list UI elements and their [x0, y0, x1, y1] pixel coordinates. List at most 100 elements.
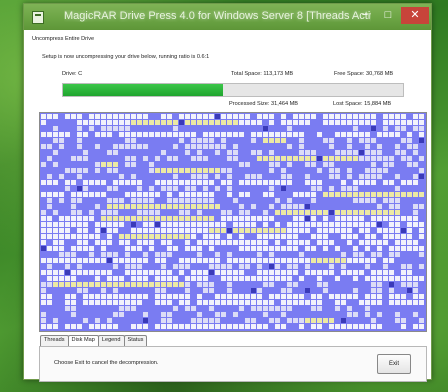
disk-block: [383, 264, 388, 269]
disk-block: [197, 258, 202, 263]
disk-block: [149, 210, 154, 215]
disk-block: [293, 120, 298, 125]
disk-block: [161, 204, 166, 209]
disk-block: [401, 216, 406, 221]
disk-block: [209, 258, 214, 263]
disk-block: [83, 120, 88, 125]
disk-block: [131, 246, 136, 251]
close-icon[interactable]: ✕: [401, 7, 429, 24]
disk-block: [245, 114, 250, 119]
disk-block: [323, 318, 328, 323]
disk-block: [191, 168, 196, 173]
disk-block: [203, 180, 208, 185]
disk-block: [335, 120, 340, 125]
disk-block: [419, 204, 424, 209]
disk-block: [239, 324, 244, 329]
disk-block: [335, 168, 340, 173]
tab-threads[interactable]: Threads: [40, 335, 69, 346]
disk-block: [101, 246, 106, 251]
tab-status[interactable]: Status: [123, 335, 148, 346]
disk-block: [329, 228, 334, 233]
disk-block: [275, 156, 280, 161]
disk-block: [53, 126, 58, 131]
disk-block: [197, 318, 202, 323]
disk-block: [113, 324, 118, 329]
disk-block: [383, 234, 388, 239]
app-icon[interactable]: [32, 11, 44, 24]
disk-block: [131, 204, 136, 209]
disk-block: [377, 300, 382, 305]
disk-block: [167, 114, 172, 119]
disk-block: [323, 222, 328, 227]
disk-block: [71, 234, 76, 239]
disk-block: [269, 306, 274, 311]
minimize-icon[interactable]: −: [355, 7, 375, 24]
disk-block: [299, 192, 304, 197]
disk-block: [125, 300, 130, 305]
disk-block: [365, 168, 370, 173]
disk-block: [77, 210, 82, 215]
disk-block: [227, 294, 232, 299]
disk-block: [221, 120, 226, 125]
disk-block: [203, 318, 208, 323]
disk-block: [281, 132, 286, 137]
disk-block: [419, 126, 424, 131]
disk-block: [221, 270, 226, 275]
disk-block: [413, 180, 418, 185]
tab-disk-map[interactable]: Disk Map: [67, 335, 99, 346]
disk-block: [197, 204, 202, 209]
disk-block: [245, 210, 250, 215]
disk-block: [173, 180, 178, 185]
disk-block: [155, 258, 160, 263]
disk-block: [257, 306, 262, 311]
disk-block: [353, 156, 358, 161]
disk-block: [119, 306, 124, 311]
disk-block: [383, 132, 388, 137]
disk-block: [197, 312, 202, 317]
disk-block: [173, 222, 178, 227]
disk-block: [95, 144, 100, 149]
disk-block: [347, 144, 352, 149]
disk-block: [47, 228, 52, 233]
disk-block: [359, 228, 364, 233]
disk-block: [149, 240, 154, 245]
disk-block: [137, 132, 142, 137]
disk-block: [251, 258, 256, 263]
disk-block: [221, 210, 226, 215]
disk-block: [71, 252, 76, 257]
disk-block: [233, 240, 238, 245]
disk-block: [257, 150, 262, 155]
disk-block: [113, 294, 118, 299]
disk-block: [245, 192, 250, 197]
disk-block: [353, 252, 358, 257]
disk-block: [95, 300, 100, 305]
tab-legend[interactable]: Legend: [97, 335, 125, 346]
disk-block: [293, 210, 298, 215]
disk-block: [413, 240, 418, 245]
disk-block: [329, 324, 334, 329]
disk-block: [251, 240, 256, 245]
disk-block: [107, 270, 112, 275]
disk-block: [173, 234, 178, 239]
disk-block: [41, 144, 46, 149]
disk-block: [341, 216, 346, 221]
disk-block: [383, 276, 388, 281]
disk-block: [53, 180, 58, 185]
disk-block: [275, 324, 280, 329]
maximize-icon[interactable]: □: [377, 7, 399, 24]
disk-block: [95, 234, 100, 239]
disk-block: [221, 222, 226, 227]
disk-block: [377, 270, 382, 275]
disk-block: [113, 150, 118, 155]
disk-block: [359, 270, 364, 275]
disk-block: [41, 192, 46, 197]
disk-block: [83, 150, 88, 155]
disk-block: [125, 258, 130, 263]
title-bar[interactable]: MagicRAR Drive Press 4.0 for Windows Ser…: [24, 4, 431, 30]
disk-block: [155, 300, 160, 305]
disk-block: [395, 246, 400, 251]
disk-block: [131, 216, 136, 221]
exit-button[interactable]: Exit: [377, 354, 411, 374]
disk-block: [275, 180, 280, 185]
disk-block: [137, 120, 142, 125]
